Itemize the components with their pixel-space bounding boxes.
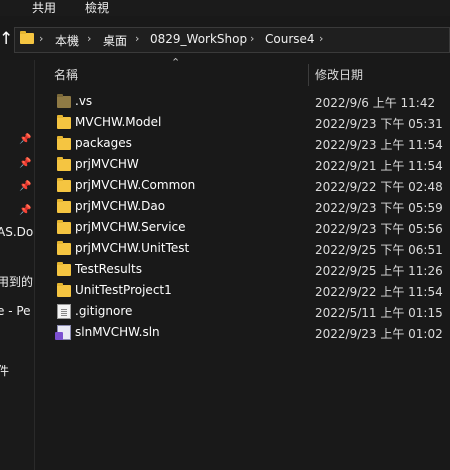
folder-icon (57, 262, 71, 276)
up-arrow-icon[interactable]: ↑ (0, 29, 13, 49)
file-row[interactable]: prjMVCHW 2022/9/21 上午 11:54 (53, 155, 450, 176)
pin-icon[interactable]: 📌 (19, 181, 31, 192)
file-modified-date: 2022/9/21 上午 11:54 (315, 159, 443, 173)
file-name: slnMVCHW.sln (75, 325, 160, 339)
column-header: ⌃ 名稱 修改日期 (35, 56, 450, 90)
file-modified-date: 2022/9/23 上午 01:02 (315, 327, 443, 341)
nav-item-fragment[interactable]: AS.Do (0, 225, 33, 239)
folder-icon (57, 136, 71, 150)
chevron-right-icon[interactable]: › (135, 32, 139, 45)
column-date-header[interactable]: 修改日期 (315, 66, 363, 83)
file-list: ⌃ 名稱 修改日期 .vs 2022/9/6 上午 11:42 MVCHW.Mode… (35, 56, 450, 470)
breadcrumb-desktop[interactable]: 桌面 (103, 32, 127, 49)
navigation-pane: 📌 📌 📌 📌 AS.Do 用到的 e - Pe 件 (0, 60, 35, 470)
file-modified-date: 2022/9/23 下午 05:56 (315, 222, 443, 236)
file-row[interactable]: prjMVCHW.Dao 2022/9/23 下午 05:59 (53, 197, 450, 218)
file-name: prjMVCHW.UnitTest (75, 241, 190, 255)
file-name: TestResults (75, 262, 142, 276)
file-row[interactable]: .gitignore 2022/5/11 上午 01:15 (53, 302, 450, 323)
file-name: prjMVCHW.Service (75, 220, 186, 234)
file-row[interactable]: MVCHW.Model 2022/9/23 下午 05:31 (53, 113, 450, 134)
breadcrumb-this-pc[interactable]: 本機 (55, 32, 79, 49)
breadcrumb-course4[interactable]: Course4 (265, 32, 315, 46)
file-row[interactable]: prjMVCHW.Common 2022/9/22 下午 02:48 (53, 176, 450, 197)
sort-up-icon: ⌃ (171, 56, 181, 69)
folder-icon (57, 283, 71, 297)
file-modified-date: 2022/9/23 下午 05:31 (315, 117, 443, 131)
file-modified-date: 2022/9/25 下午 06:51 (315, 243, 443, 257)
folder-icon (57, 157, 71, 171)
column-name-header[interactable]: 名稱 (54, 66, 78, 83)
file-name: prjMVCHW (75, 157, 139, 171)
file-row[interactable]: packages 2022/9/23 上午 11:54 (53, 134, 450, 155)
file-modified-date: 2022/9/22 下午 02:48 (315, 180, 443, 194)
column-divider[interactable] (308, 64, 309, 86)
file-name: MVCHW.Model (75, 115, 162, 129)
nav-item-fragment[interactable]: e - Pe (0, 304, 31, 318)
pin-icon[interactable]: 📌 (19, 205, 31, 216)
folder-icon (57, 178, 71, 192)
folder-icon (20, 31, 34, 44)
nav-item-fragment[interactable]: 用到的 (0, 273, 33, 290)
nav-item-fragment[interactable]: 件 (0, 362, 9, 379)
pin-icon[interactable]: 📌 (19, 134, 31, 145)
file-name: prjMVCHW.Dao (75, 199, 166, 213)
file-row[interactable]: prjMVCHW.Service 2022/9/23 下午 05:56 (53, 218, 450, 239)
text-file-icon (57, 304, 71, 319)
pin-icon[interactable]: 📌 (19, 158, 31, 169)
solution-file-icon (55, 325, 71, 340)
file-modified-date: 2022/9/25 上午 11:26 (315, 264, 443, 278)
file-row[interactable]: UnitTestProject1 2022/9/22 上午 11:54 (53, 281, 450, 302)
folder-icon (57, 241, 71, 255)
menu-bar: 共用 檢視 (0, 0, 450, 16)
file-modified-date: 2022/9/23 上午 11:54 (315, 138, 443, 152)
file-modified-date: 2022/9/6 上午 11:42 (315, 96, 436, 110)
file-name: .vs (75, 94, 93, 108)
menu-share[interactable]: 共用 (32, 0, 56, 16)
folder-icon (57, 115, 71, 129)
file-modified-date: 2022/9/23 下午 05:59 (315, 201, 443, 215)
menu-view[interactable]: 檢視 (85, 0, 109, 16)
file-name: .gitignore (75, 304, 133, 318)
address-bar: ↑ › 本機 › 桌面 › 0829_WorkShop › Course4 › (0, 24, 450, 56)
file-row[interactable]: slnMVCHW.sln 2022/9/23 上午 01:02 (53, 323, 450, 344)
file-row[interactable]: TestResults 2022/9/25 上午 11:26 (53, 260, 450, 281)
breadcrumb-workshop[interactable]: 0829_WorkShop (150, 32, 247, 46)
file-name: UnitTestProject1 (75, 283, 172, 297)
folder-icon (57, 220, 71, 234)
file-modified-date: 2022/5/11 上午 01:15 (315, 306, 443, 320)
chevron-right-icon[interactable]: › (250, 32, 254, 45)
address-box[interactable]: › 本機 › 桌面 › 0829_WorkShop › Course4 › (14, 27, 450, 53)
file-row[interactable]: .vs 2022/9/6 上午 11:42 (53, 92, 450, 113)
folder-icon (57, 199, 71, 213)
file-row[interactable]: prjMVCHW.UnitTest 2022/9/25 下午 06:51 (53, 239, 450, 260)
file-modified-date: 2022/9/22 上午 11:54 (315, 285, 443, 299)
chevron-right-icon[interactable]: › (319, 32, 323, 45)
chevron-right-icon[interactable]: › (39, 32, 43, 45)
folder-dim-icon (57, 94, 71, 108)
chevron-right-icon[interactable]: › (87, 32, 91, 45)
file-name: packages (75, 136, 132, 150)
file-name: prjMVCHW.Common (75, 178, 196, 192)
